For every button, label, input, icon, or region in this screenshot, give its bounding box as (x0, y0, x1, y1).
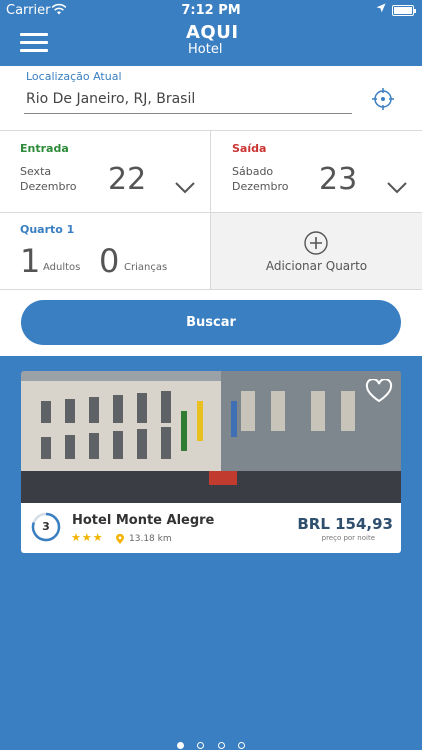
add-room-button[interactable]: Adicionar Quarto (211, 213, 422, 289)
current-location-icon[interactable] (372, 88, 394, 110)
add-room-label: Adicionar Quarto (265, 259, 368, 273)
checkin-day: 22 (108, 162, 147, 197)
hotel-stars: ★★★ (71, 531, 104, 544)
checkout-label: Saída (232, 142, 267, 155)
children-label: Crianças (124, 262, 168, 273)
status-time: 7:12 PM (181, 3, 241, 18)
checkout-weekday: Sábado (232, 165, 274, 178)
menu-bar-icon (20, 41, 48, 44)
divider (0, 130, 422, 131)
top-bar: Carrier 7:12 PM AQUI Hotel (0, 0, 422, 66)
search-button[interactable]: Buscar (21, 300, 401, 345)
location-input[interactable] (24, 84, 352, 114)
checkin-month: Dezembro (20, 180, 77, 193)
hotel-rank-number: 3 (42, 520, 50, 533)
page-dot[interactable] (237, 742, 245, 749)
adults-label: Adultos (43, 262, 81, 273)
logo-text-bottom: Hotel (188, 42, 223, 57)
chevron-down-icon (386, 180, 408, 194)
status-bar: Carrier 7:12 PM (0, 0, 422, 22)
divider (0, 289, 422, 290)
page-dot[interactable] (177, 742, 185, 749)
location-label: Localização Atual (26, 70, 122, 83)
checkout-day: 23 (319, 162, 358, 197)
search-form: Localização Atual Entrada Sexta Dezembro… (0, 66, 422, 356)
plus-circle-icon (304, 231, 328, 255)
logo-text-top: AQUI (186, 22, 239, 43)
menu-bar-icon (20, 49, 48, 52)
page-dot[interactable] (217, 742, 225, 749)
adults-count: 1 (20, 242, 41, 280)
favorite-heart-icon[interactable] (365, 378, 393, 403)
price-note: preço por noite (321, 534, 375, 542)
map-pin-icon (116, 533, 124, 547)
checkin-label: Entrada (20, 142, 69, 155)
menu-bar-icon (20, 33, 48, 36)
checkout-month: Dezembro (232, 180, 289, 193)
room-label: Quarto 1 (20, 223, 75, 236)
hotel-photo (21, 371, 401, 503)
chevron-down-icon (174, 180, 196, 194)
menu-button[interactable] (20, 33, 48, 53)
hotel-price: BRL 154,93 (297, 515, 393, 533)
hotel-name: Hotel Monte Alegre (72, 513, 215, 528)
hotel-distance: 13.18 km (129, 534, 172, 544)
page-dot[interactable] (197, 742, 205, 749)
app-logo: AQUI Hotel (186, 24, 238, 64)
children-count: 0 (99, 242, 120, 280)
hotel-rank-badge: 3 (31, 512, 61, 542)
checkin-weekday: Sexta (20, 165, 52, 178)
page-indicator (0, 734, 422, 750)
location-arrow-icon (376, 3, 386, 16)
hotel-card[interactable]: 3 Hotel Monte Alegre ★★★ 13.18 km BRL 15… (21, 371, 401, 553)
battery-icon (392, 5, 416, 16)
